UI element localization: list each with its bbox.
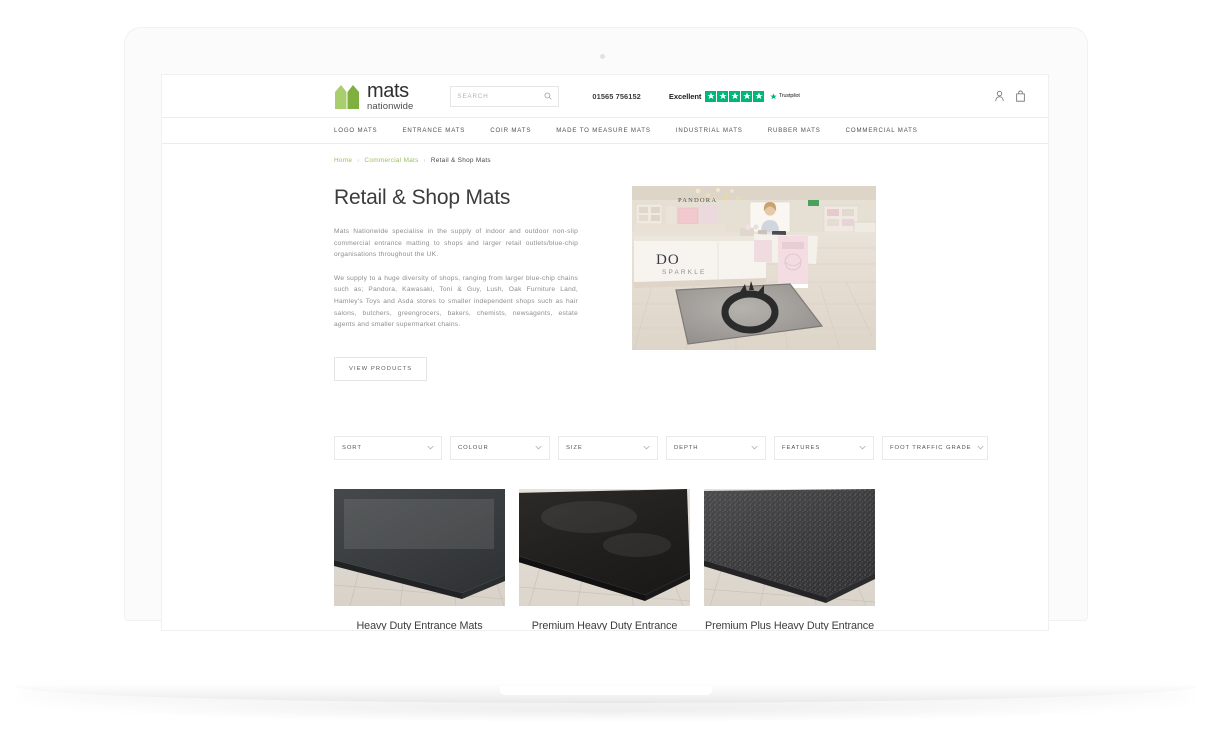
product-image-premium-heavy-duty[interactable] (519, 488, 690, 606)
filter-size-label: SIZE (566, 444, 583, 451)
trustpilot-brand-label: Trustpilot (778, 93, 800, 99)
trustpilot-brand: Trustpilot (770, 92, 800, 100)
product-card[interactable]: Heavy Duty Entrance Mats FROM:£39.00 (334, 488, 505, 630)
trustpilot-widget[interactable]: Excellent Trustpilot (668, 90, 800, 102)
filter-depth[interactable]: DEPTH (666, 435, 766, 460)
filter-bar: SORT COLOUR SIZE DEPTH FEATURES FOOT TRA… (334, 435, 1048, 460)
product-name: Premium Plus Heavy Duty Entrance Mats (704, 619, 874, 630)
search-input[interactable] (457, 92, 545, 100)
chevron-down-icon (751, 446, 758, 450)
svg-text:SPARKLE: SPARKLE (662, 269, 706, 276)
filter-features-label: FEATURES (782, 444, 821, 451)
laptop-shadow (120, 700, 1092, 722)
product-name: Heavy Duty Entrance Mats (356, 619, 483, 630)
trustpilot-star-icon (770, 92, 778, 99)
nav-item-made-to-measure-mats[interactable]: MADE TO MEASURE MATS (556, 127, 651, 134)
breadcrumb-separator: › (423, 157, 426, 164)
site-logo[interactable]: mats nationwide (334, 81, 413, 112)
product-grid: Heavy Duty Entrance Mats FROM:£39.00 (334, 488, 1048, 630)
pandora-store-photo: PANDORA DO SPARKLE (632, 186, 876, 350)
nav-item-coir-mats[interactable]: COIR MATS (490, 127, 531, 134)
view-products-button[interactable]: VIEW PRODUCTS (334, 356, 428, 381)
filter-foot-traffic-grade-label: FOOT TRAFFIC GRADE (890, 444, 972, 451)
logo-wordmark: mats (367, 79, 409, 102)
filter-sort-label: SORT (342, 444, 362, 451)
filter-depth-label: DEPTH (674, 444, 699, 451)
nav-item-commercial-mats[interactable]: COMMERCIAL MATS (846, 127, 918, 134)
trustpilot-rating-word: Excellent (668, 91, 702, 101)
product-image-heavy-duty[interactable] (334, 488, 505, 606)
laptop-camera-dot (600, 54, 605, 59)
product-name: Premium Heavy Duty Entrance Mats (531, 619, 678, 630)
breadcrumb-commercial-mats[interactable]: Commercial Mats (364, 157, 418, 164)
filter-size[interactable]: SIZE (558, 435, 658, 460)
page-body: Home › Commercial Mats › Retail & Shop M… (162, 144, 1048, 630)
filter-colour[interactable]: COLOUR (450, 435, 550, 460)
site-header: mats nationwide 01565 756152 Excellent (162, 75, 1048, 118)
star-icon (729, 90, 741, 102)
breadcrumb-home[interactable]: Home (334, 157, 352, 164)
filter-features[interactable]: FEATURES (774, 435, 874, 460)
product-image-premium-plus-heavy-duty[interactable] (704, 488, 875, 606)
product-card[interactable]: Premium Heavy Duty Entrance Mats FROM:£4… (519, 488, 690, 630)
phone-number[interactable]: 01565 756152 (592, 92, 640, 101)
star-icon (705, 90, 717, 102)
search-box[interactable] (450, 85, 560, 107)
header-icon-group (994, 90, 1028, 102)
star-icon (741, 90, 753, 102)
laptop-base-notch (500, 686, 712, 695)
filter-sort[interactable]: SORT (334, 435, 442, 460)
star-icon (753, 90, 765, 102)
chevron-down-icon (859, 446, 866, 450)
trustpilot-stars (705, 90, 765, 102)
hero-image: PANDORA DO SPARKLE (632, 186, 876, 350)
chevron-down-icon (643, 446, 650, 450)
nav-item-logo-mats[interactable]: LOGO MATS (334, 127, 377, 134)
breadcrumb: Home › Commercial Mats › Retail & Shop M… (334, 144, 1048, 164)
nav-item-rubber-mats[interactable]: RUBBER MATS (768, 127, 821, 134)
logo-subtext: nationwide (367, 100, 414, 112)
chevron-down-icon (427, 446, 434, 450)
shopping-bag-icon[interactable] (1015, 90, 1026, 102)
primary-nav: LOGO MATS ENTRANCE MATS COIR MATS MADE T… (162, 118, 1048, 144)
chevron-down-icon (977, 446, 984, 450)
chevron-down-icon (535, 446, 542, 450)
nav-item-industrial-mats[interactable]: INDUSTRIAL MATS (676, 127, 743, 134)
product-card[interactable]: Premium Plus Heavy Duty Entrance Mats FR… (704, 488, 875, 630)
hero-paragraph-2: We supply to a huge diversity of shops, … (334, 274, 578, 329)
nav-item-entrance-mats[interactable]: ENTRANCE MATS (402, 127, 465, 134)
mats-logo-icon (335, 84, 359, 109)
page-title: Retail & Shop Mats (334, 186, 511, 209)
filter-foot-traffic-grade[interactable]: FOOT TRAFFIC GRADE (882, 435, 988, 460)
hero-paragraph-1: Mats Nationwide specialise in the supply… (334, 228, 578, 259)
svg-text:PANDORA: PANDORA (678, 197, 717, 204)
hero-text-column: Retail & Shop Mats Mats Nationwide speci… (334, 186, 578, 381)
svg-text:DO: DO (656, 252, 680, 268)
search-icon[interactable] (544, 92, 552, 100)
breadcrumb-current: Retail & Shop Mats (430, 157, 491, 164)
breadcrumb-separator: › (357, 157, 360, 164)
hero-section: Retail & Shop Mats Mats Nationwide speci… (334, 164, 1048, 381)
star-icon (717, 90, 729, 102)
browser-viewport: mats nationwide 01565 756152 Excellent (162, 75, 1048, 630)
laptop-mockup-scene: mats nationwide 01565 756152 Excellent (0, 0, 1212, 733)
account-icon[interactable] (994, 90, 1005, 102)
filter-colour-label: COLOUR (458, 444, 489, 451)
